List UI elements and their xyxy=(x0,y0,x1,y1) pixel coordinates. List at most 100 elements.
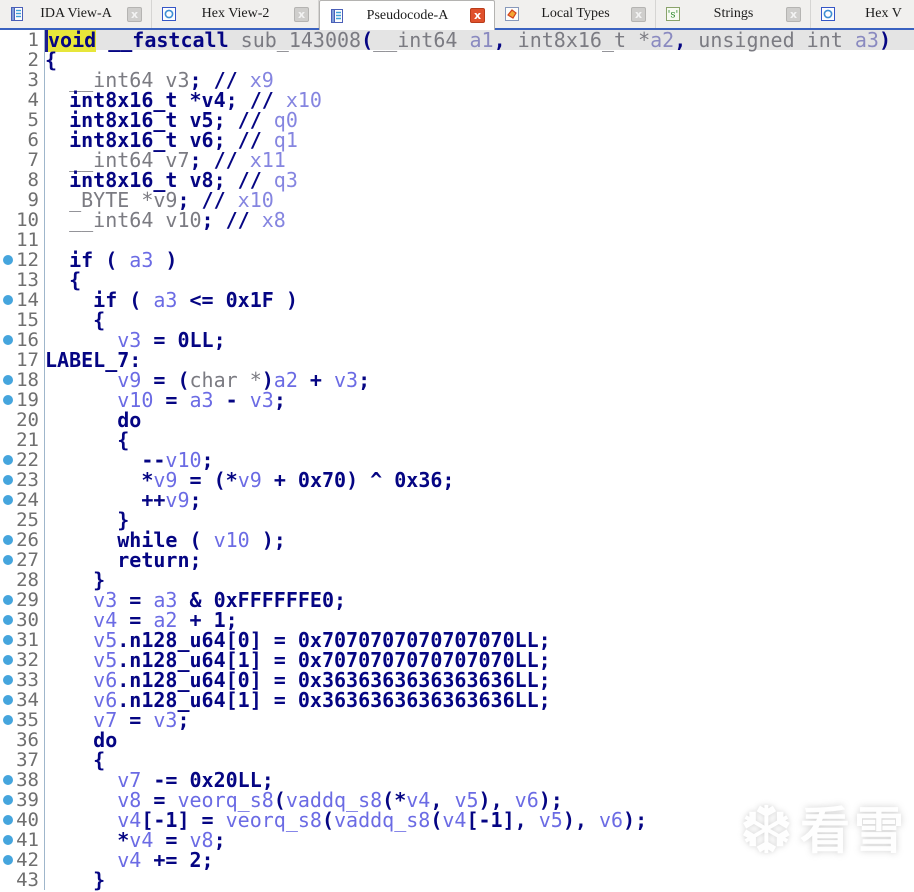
code-line[interactable]: 18 v9 = (char *)a2 + v3; xyxy=(0,370,914,390)
exec-line-dot-icon xyxy=(3,695,13,705)
code-line[interactable]: 10 __int64 v10; // x8 xyxy=(0,210,914,230)
code-line[interactable]: 38 v7 -= 0x20LL; xyxy=(0,770,914,790)
code-line[interactable]: 9 _BYTE *v9; // x10 xyxy=(0,190,914,210)
tab-close-icon[interactable]: x xyxy=(786,7,801,22)
source-text: v10 = a3 - v3; xyxy=(45,390,914,410)
gutter: 13 xyxy=(0,270,45,290)
token: v10 xyxy=(214,528,250,552)
token: ) xyxy=(879,28,891,52)
code-line[interactable]: 39 v8 = veorq_s8(vaddq_s8(*v4, v5), v6); xyxy=(0,790,914,810)
code-line[interactable]: 11 xyxy=(0,230,914,250)
code-line[interactable]: 16 v3 = 0LL; xyxy=(0,330,914,350)
code-line[interactable]: 34 v6.n128_u64[1] = 0x3636363636363636LL… xyxy=(0,690,914,710)
tab-local-types[interactable]: Local Types x xyxy=(495,0,656,28)
code-line[interactable]: 30 v4 = a2 + 1; xyxy=(0,610,914,630)
tab-hex-view-2[interactable]: Hex View-2x xyxy=(152,0,319,28)
code-line[interactable]: 3 __int64 v3; // x9 xyxy=(0,70,914,90)
tab-bar: IDA View-AxHex View-2xPseudocode-AxLocal… xyxy=(0,0,914,30)
code-line[interactable]: 4 int8x16_t *v4; // x10 xyxy=(0,90,914,110)
exec-line-dot-icon xyxy=(3,615,13,625)
code-line[interactable]: 42 v4 += 2; xyxy=(0,850,914,870)
code-line[interactable]: 27 return; xyxy=(0,550,914,570)
tab-label: Local Types xyxy=(526,6,625,22)
tab-close-icon[interactable]: x xyxy=(294,7,309,22)
gutter: 3 xyxy=(0,70,45,90)
gutter: 38 xyxy=(0,770,45,790)
source-text: { xyxy=(45,310,914,330)
gutter: 1 xyxy=(0,30,45,50)
tab-pseudocode-a[interactable]: Pseudocode-Ax xyxy=(319,0,495,30)
code-line[interactable]: 24 ++v9; xyxy=(0,490,914,510)
source-text: } xyxy=(45,570,914,590)
line-number: 7 xyxy=(0,150,44,170)
tab-hex-v[interactable]: Hex Vx xyxy=(811,0,914,28)
source-text: int8x16_t *v4; // x10 xyxy=(45,90,914,110)
source-text: int8x16_t v6; // q1 xyxy=(45,130,914,150)
code-line[interactable]: 6 int8x16_t v6; // q1 xyxy=(0,130,914,150)
source-text: if ( a3 ) xyxy=(45,250,914,270)
code-line[interactable]: 13 { xyxy=(0,270,914,290)
code-line[interactable]: 33 v6.n128_u64[0] = 0x3636363636363636LL… xyxy=(0,670,914,690)
exec-line-dot-icon xyxy=(3,455,13,465)
code-line[interactable]: 43 } xyxy=(0,870,914,890)
token: <= 0x1F ) xyxy=(177,288,297,312)
gutter: 7 xyxy=(0,150,45,170)
token: a3 xyxy=(153,288,177,312)
code-line[interactable]: 22 --v10; xyxy=(0,450,914,470)
code-line[interactable]: 25 } xyxy=(0,510,914,530)
code-line[interactable]: 31 v5.n128_u64[0] = 0x7070707070707070LL… xyxy=(0,630,914,650)
exec-line-dot-icon xyxy=(3,775,13,785)
gutter: 5 xyxy=(0,110,45,130)
code-line[interactable]: 36 do xyxy=(0,730,914,750)
tab-ida-view-a[interactable]: IDA View-Ax xyxy=(0,0,152,28)
code-line[interactable]: 12 if ( a3 ) xyxy=(0,250,914,270)
token: ( xyxy=(361,28,373,52)
code-line[interactable]: 40 v4[-1] = veorq_s8(vaddq_s8(v4[-1], v5… xyxy=(0,810,914,830)
pseudocode-pane[interactable]: 1void __fastcall sub_143008(__int64 a1, … xyxy=(0,30,914,874)
code-line[interactable]: 15 { xyxy=(0,310,914,330)
code-line[interactable]: 28 } xyxy=(0,570,914,590)
code-line[interactable]: 35 v7 = v3; xyxy=(0,710,914,730)
tab-strings[interactable]: 's'Stringsx xyxy=(656,0,811,28)
code-line[interactable]: 2{ xyxy=(0,50,914,70)
code-line[interactable]: 14 if ( a3 <= 0x1F ) xyxy=(0,290,914,310)
code-line[interactable]: 8 int8x16_t v8; // q3 xyxy=(0,170,914,190)
code-line[interactable]: 21 { xyxy=(0,430,914,450)
code-line[interactable]: 41 *v4 = v8; xyxy=(0,830,914,850)
exec-line-dot-icon xyxy=(3,335,13,345)
gutter: 4 xyxy=(0,90,45,110)
token: v4 xyxy=(442,808,466,832)
code-line[interactable]: 32 v5.n128_u64[1] = 0x7070707070707070LL… xyxy=(0,650,914,670)
line-number: 17 xyxy=(0,350,44,370)
code-line[interactable]: 17LABEL_7: xyxy=(0,350,914,370)
source-text: } xyxy=(45,510,914,530)
line-number: 25 xyxy=(0,510,44,530)
code-line[interactable]: 37 { xyxy=(0,750,914,770)
exec-line-dot-icon xyxy=(3,835,13,845)
code-line[interactable]: 26 while ( v10 ); xyxy=(0,530,914,550)
exec-line-dot-icon xyxy=(3,495,13,505)
token: ), xyxy=(563,808,599,832)
source-text: } xyxy=(45,870,914,890)
token: ); xyxy=(250,528,286,552)
code-line[interactable]: 1void __fastcall sub_143008(__int64 a1, … xyxy=(0,30,914,50)
tab-close-icon[interactable]: x xyxy=(127,7,142,22)
tab-close-icon[interactable]: x xyxy=(631,7,646,22)
code-line[interactable]: 20 do xyxy=(0,410,914,430)
code-line[interactable]: 23 *v9 = (*v9 + 0x70) ^ 0x36; xyxy=(0,470,914,490)
code-line[interactable]: 5 int8x16_t v5; // q0 xyxy=(0,110,914,130)
line-number: 36 xyxy=(0,730,44,750)
code-line[interactable]: 29 v3 = a3 & 0xFFFFFFE0; xyxy=(0,590,914,610)
token: = 0LL; xyxy=(141,328,225,352)
exec-line-dot-icon xyxy=(3,395,13,405)
code-line[interactable]: 19 v10 = a3 - v3; xyxy=(0,390,914,410)
line-number: 43 xyxy=(0,870,44,890)
source-text: v6.n128_u64[1] = 0x3636363636363636LL; xyxy=(45,690,914,710)
tab-close-icon[interactable]: x xyxy=(470,8,485,23)
line-number: 6 xyxy=(0,130,44,150)
token: v5 xyxy=(539,808,563,832)
line-number: 11 xyxy=(0,230,44,250)
source-text: while ( v10 ); xyxy=(45,530,914,550)
token: [-1], xyxy=(466,808,538,832)
code-line[interactable]: 7 __int64 v7; // x11 xyxy=(0,150,914,170)
